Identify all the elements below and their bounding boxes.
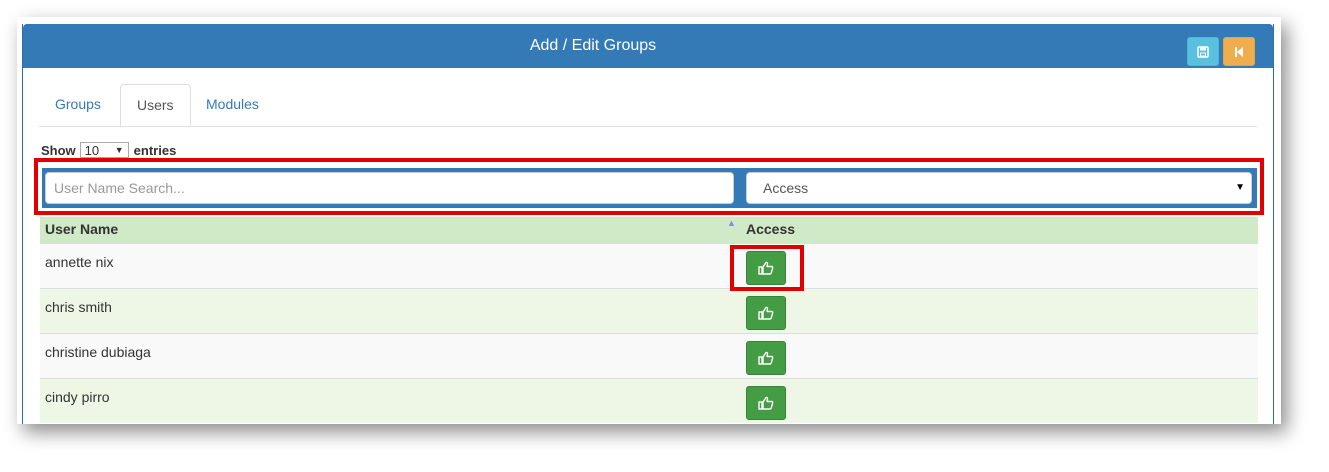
table-header: User Name ▲ Access: [40, 217, 1258, 243]
thumbs-up-icon: [758, 351, 774, 365]
access-toggle-button[interactable]: [746, 386, 786, 420]
edit-groups-panel: Add / Edit Groups Groups Users Modules S…: [22, 24, 1274, 424]
floppy-disk-icon: [1197, 45, 1209, 58]
access-filter-select[interactable]: Access ▼: [746, 172, 1252, 204]
show-label: Show: [41, 142, 76, 158]
caret-down-icon: ▼: [114, 145, 124, 155]
tab-users[interactable]: Users: [120, 84, 191, 126]
users-table: User Name ▲ Access annette nix chris smi…: [40, 217, 1258, 423]
entries-select[interactable]: 10 ▼: [79, 142, 129, 158]
access-filter-value: Access: [763, 180, 809, 196]
thumbs-up-icon: [758, 396, 774, 410]
tab-groups[interactable]: Groups: [39, 84, 117, 125]
table-row: annette nix: [40, 243, 1258, 288]
user-name-cell: cindy pirro: [45, 389, 110, 405]
table-row: christine dubiaga: [40, 333, 1258, 378]
sort-ascending-icon[interactable]: ▲: [727, 218, 736, 228]
caret-down-icon: ▼: [1235, 182, 1245, 193]
column-header-access[interactable]: Access: [746, 221, 795, 237]
access-toggle-button[interactable]: [746, 341, 786, 375]
user-name-cell: chris smith: [45, 299, 112, 315]
access-toggle-button[interactable]: [746, 296, 786, 330]
column-header-user-name[interactable]: User Name: [45, 221, 118, 237]
table-row: cindy pirro: [40, 378, 1258, 423]
thumbs-up-icon: [758, 306, 774, 320]
user-name-search-input[interactable]: User Name Search...: [45, 172, 734, 204]
access-toggle-button[interactable]: [746, 251, 786, 285]
thumbs-up-icon: [758, 261, 774, 275]
entries-length-control: Show 10 ▼ entries: [41, 142, 176, 158]
entries-value: 10: [84, 142, 100, 158]
tab-modules[interactable]: Modules: [190, 84, 275, 125]
panel-header: Add / Edit Groups: [23, 24, 1273, 68]
panel-title: Add / Edit Groups: [529, 37, 657, 54]
back-button[interactable]: [1223, 37, 1255, 66]
table-row: chris smith: [40, 288, 1258, 333]
user-name-cell: annette nix: [45, 254, 114, 270]
save-button[interactable]: [1187, 37, 1219, 66]
entries-label: entries: [133, 142, 177, 158]
tab-bar: Groups Users Modules: [39, 84, 1257, 127]
filter-bar: User Name Search... Access ▼: [42, 168, 1257, 208]
user-name-cell: christine dubiaga: [45, 344, 151, 360]
step-backward-icon: [1235, 46, 1243, 57]
